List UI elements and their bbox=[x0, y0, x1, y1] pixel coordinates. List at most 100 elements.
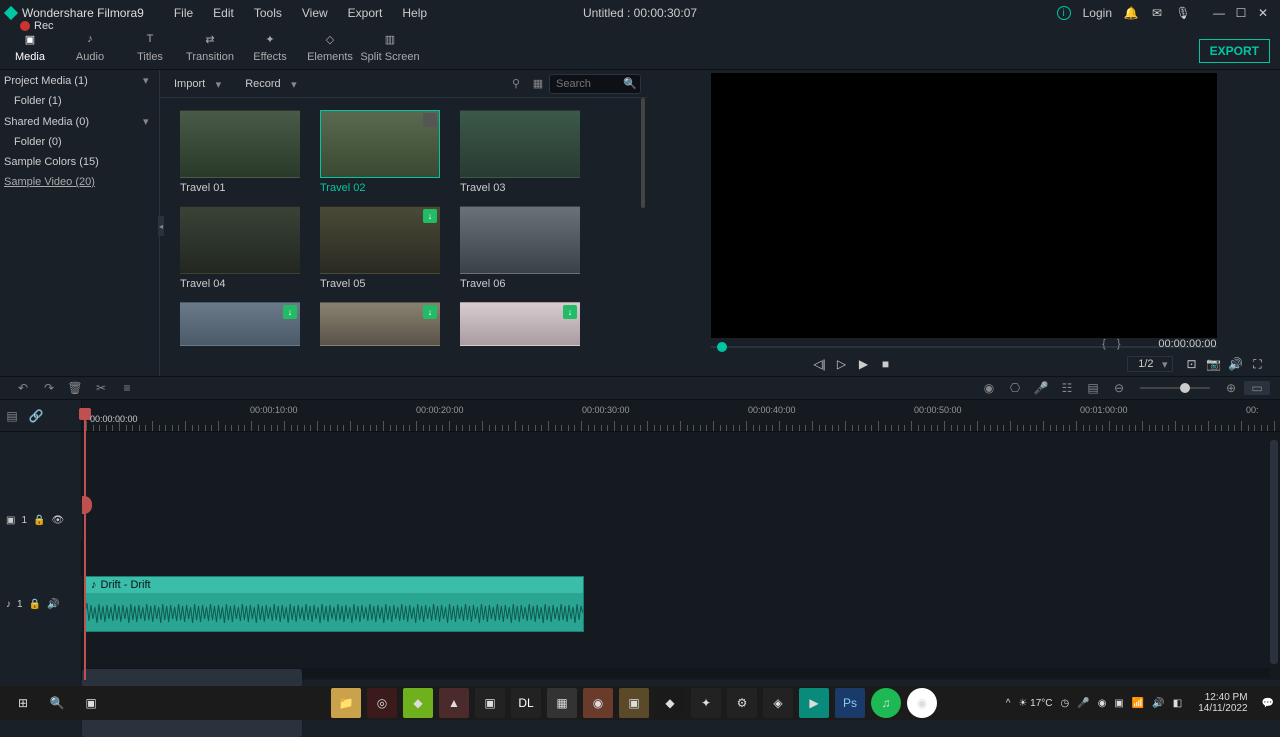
search-box[interactable]: 🔍 bbox=[549, 74, 641, 94]
timeline-v-scrollbar[interactable] bbox=[1270, 440, 1278, 664]
taskbar-app-4[interactable]: ▲ bbox=[439, 688, 469, 718]
zoom-out-icon[interactable]: ⊖ bbox=[1106, 381, 1132, 395]
timeline-zoom-slider[interactable] bbox=[1140, 387, 1210, 389]
taskbar-app-13[interactable]: ◈ bbox=[763, 688, 793, 718]
taskbar-clock[interactable]: 12:40 PM 14/11/2022 bbox=[1198, 692, 1247, 714]
slider-knob[interactable] bbox=[1180, 383, 1190, 393]
clip-row3-3[interactable]: ↓ bbox=[460, 302, 580, 346]
task-view-icon[interactable]: ▣ bbox=[78, 690, 104, 716]
clip-travel-03[interactable]: Travel 03 bbox=[460, 110, 580, 198]
login-button[interactable]: Login bbox=[1083, 6, 1112, 20]
notifications-icon[interactable]: 💬 bbox=[1262, 698, 1274, 709]
sidebar-project-media[interactable]: Project Media (1)▾ bbox=[0, 70, 159, 91]
weather-widget[interactable]: ☀ 17°C bbox=[1018, 698, 1052, 709]
volume-icon[interactable]: 🔊 bbox=[1225, 357, 1247, 371]
sidebar-sample-video[interactable]: Sample Video (20) bbox=[0, 172, 159, 192]
audio-clip-drift[interactable]: ♪Drift - Drift bbox=[84, 576, 584, 632]
menu-edit[interactable]: Edit bbox=[203, 6, 244, 20]
crop-button[interactable]: ≡ bbox=[114, 381, 140, 395]
sidebar-folder-1[interactable]: Folder (1) bbox=[0, 91, 159, 111]
taskbar-app-photoshop[interactable]: Ps bbox=[835, 688, 865, 718]
voiceover-icon[interactable]: 🎤 bbox=[1028, 381, 1054, 395]
import-dropdown[interactable]: Import bbox=[160, 78, 231, 90]
fullscreen-icon[interactable]: ⛶ bbox=[1247, 357, 1269, 372]
tab-split-screen[interactable]: ▥Split Screen bbox=[360, 30, 420, 69]
mixer-icon[interactable]: ☷ bbox=[1054, 381, 1080, 395]
timeline-ruler[interactable]: 00:00:10:00 00:00:20:00 00:00:30:00 00:0… bbox=[86, 405, 1280, 431]
stop-button[interactable]: ■ bbox=[875, 357, 897, 371]
sidebar-folder-0[interactable]: Folder (0) bbox=[0, 132, 159, 152]
timeline-h-scrollbar[interactable] bbox=[82, 668, 1270, 678]
lock-icon[interactable]: 🔒 bbox=[29, 599, 41, 610]
menu-file[interactable]: File bbox=[164, 6, 203, 20]
zoom-in-icon[interactable]: ⊕ bbox=[1218, 381, 1244, 395]
panel-icon[interactable]: ▤ bbox=[1080, 381, 1106, 395]
tray-icon-2[interactable]: ◉ bbox=[1098, 698, 1107, 709]
taskbar-app-explorer[interactable]: 📁 bbox=[331, 688, 361, 718]
record-dropdown[interactable]: Record bbox=[231, 78, 306, 90]
taskbar-app-7[interactable]: ▦ bbox=[547, 688, 577, 718]
preview-canvas[interactable] bbox=[711, 73, 1217, 338]
taskbar-app-chrome[interactable]: ◉ bbox=[907, 688, 937, 718]
tab-media[interactable]: ▣Media bbox=[0, 30, 60, 69]
preview-zoom-dropdown[interactable]: 1/2 bbox=[1127, 356, 1172, 372]
tray-volume-icon[interactable]: 🔊 bbox=[1152, 698, 1164, 709]
quality-icon[interactable]: ⊡ bbox=[1181, 357, 1203, 371]
tray-icon[interactable]: ◷ bbox=[1061, 698, 1070, 709]
filter-icon[interactable]: ⚲ bbox=[505, 77, 527, 90]
prev-frame-button[interactable]: ◁| bbox=[809, 357, 831, 371]
taskbar-search-icon[interactable]: 🔍 bbox=[44, 690, 70, 716]
preview-playhead-dot[interactable] bbox=[717, 342, 727, 352]
notification-icon[interactable]: 🔔 bbox=[1124, 6, 1138, 20]
taskbar-app-12[interactable]: ⚙ bbox=[727, 688, 757, 718]
lock-icon[interactable]: 🔒 bbox=[33, 515, 45, 526]
zoom-fit-icon[interactable]: ▭ bbox=[1244, 381, 1270, 395]
grid-view-icon[interactable]: ▦ bbox=[527, 77, 549, 90]
taskbar-app-3[interactable]: ◆ bbox=[403, 688, 433, 718]
info-icon[interactable]: i bbox=[1057, 6, 1071, 20]
search-icon[interactable]: 🔍 bbox=[620, 77, 640, 90]
tray-overflow-icon[interactable]: ^ bbox=[1006, 698, 1011, 709]
taskbar-app-6[interactable]: DL bbox=[511, 688, 541, 718]
sidebar-shared-media[interactable]: Shared Media (0)▾ bbox=[0, 111, 159, 132]
clip-travel-05[interactable]: ↓Travel 05 bbox=[320, 206, 440, 294]
clip-row3-2[interactable]: ↓ bbox=[320, 302, 440, 346]
tab-titles[interactable]: TTitles bbox=[120, 30, 180, 69]
taskbar-app-11[interactable]: ✦ bbox=[691, 688, 721, 718]
link-icon[interactable]: 🔗 bbox=[24, 409, 48, 423]
menu-export[interactable]: Export bbox=[338, 6, 393, 20]
clip-travel-04[interactable]: Travel 04 bbox=[180, 206, 300, 294]
undo-button[interactable]: ↶ bbox=[10, 381, 36, 395]
video-track-1[interactable]: ▣ 1 🔒 👁 bbox=[82, 500, 1270, 540]
visibility-icon[interactable]: 👁 bbox=[51, 515, 64, 526]
tab-elements[interactable]: ◇Elements bbox=[300, 30, 360, 69]
taskbar-app-5[interactable]: ▣ bbox=[475, 688, 505, 718]
marker-icon[interactable]: ⎔ bbox=[1002, 381, 1028, 395]
play-reverse-button[interactable]: ▷ bbox=[831, 357, 853, 371]
mic-icon[interactable]: 🎙 bbox=[1176, 6, 1190, 20]
minimize-button[interactable]: — bbox=[1210, 4, 1228, 22]
taskbar-app-8[interactable]: ◉ bbox=[583, 688, 613, 718]
close-button[interactable]: ✕ bbox=[1254, 4, 1272, 22]
clip-travel-02[interactable]: Travel 02 bbox=[320, 110, 440, 198]
menu-help[interactable]: Help bbox=[392, 6, 437, 20]
taskbar-app-spotify[interactable]: ♫ bbox=[871, 688, 901, 718]
sidebar-sample-colors[interactable]: Sample Colors (15) bbox=[0, 152, 159, 172]
timeline-settings-icon[interactable]: ▤ bbox=[0, 409, 24, 423]
tray-icon-3[interactable]: ▣ bbox=[1114, 698, 1123, 709]
maximize-button[interactable]: ☐ bbox=[1232, 4, 1250, 22]
delete-button[interactable]: 🗑 bbox=[62, 381, 88, 395]
preview-progress[interactable]: { } 00:00:00:00 bbox=[711, 338, 1217, 353]
clip-row3-1[interactable]: ↓ bbox=[180, 302, 300, 346]
play-button[interactable]: ▶ bbox=[853, 357, 875, 371]
clip-travel-01[interactable]: Travel 01 bbox=[180, 110, 300, 198]
tray-mic-icon[interactable]: 🎤 bbox=[1077, 698, 1089, 709]
render-icon[interactable]: ◉ bbox=[976, 381, 1002, 395]
message-icon[interactable]: ✉ bbox=[1150, 6, 1164, 20]
menu-view[interactable]: View bbox=[292, 6, 338, 20]
tab-audio[interactable]: ♪Audio bbox=[60, 30, 120, 69]
browser-scrollbar[interactable] bbox=[641, 98, 645, 208]
tab-transition[interactable]: ⇄Transition bbox=[180, 30, 240, 69]
sidebar-collapse-handle[interactable]: ◂ bbox=[158, 216, 164, 236]
menu-tools[interactable]: Tools bbox=[244, 6, 292, 20]
